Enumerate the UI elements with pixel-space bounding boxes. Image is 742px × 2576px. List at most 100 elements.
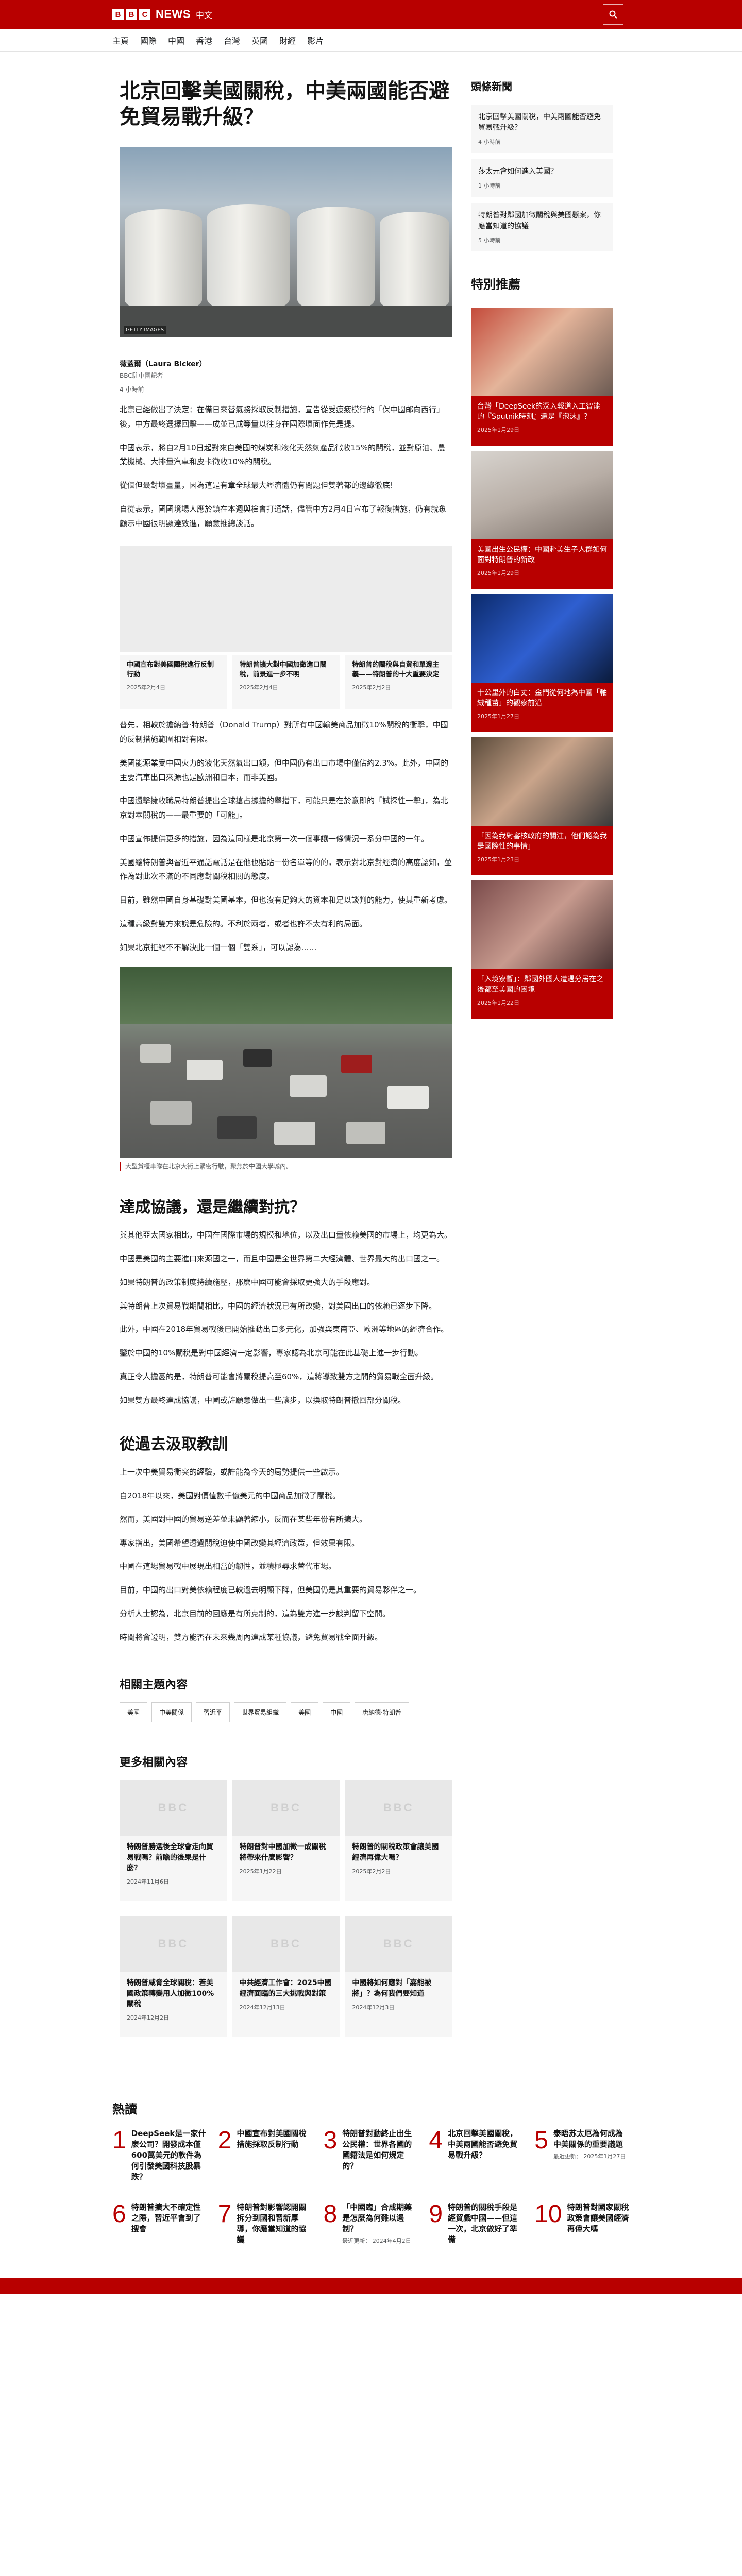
paragraph: 分析人士認為，北京目前的回應是有所克制的，這為雙方進一步談判留下空間。: [120, 1608, 391, 1618]
featured-date: 2025年1月29日: [477, 426, 519, 433]
most-read-updated: 最近更新： 2025年1月27日: [553, 2153, 626, 2160]
related-card[interactable]: 特朗普的關稅與自貿和單邊主義——特朗普的十大重要決定 2025年2月2日: [345, 655, 453, 709]
featured-image: [471, 737, 613, 826]
featured-card[interactable]: 「入境寮暫」：鄰國外國人遭遇分居在之後都至美國的困境 2025年1月22日: [471, 880, 613, 1019]
topic-tag[interactable]: 美國: [120, 1702, 148, 1723]
related-card[interactable]: 特朗普擴大對中國加徵進口關稅，前景進一步不明 2025年2月4日: [232, 655, 340, 709]
more-title: 中共經濟工作會：2025中國經濟面臨的三大挑戰與對策: [239, 1979, 332, 1998]
topic-tag[interactable]: 唐納德·特朗普: [355, 1702, 409, 1723]
top-story-time: 1 小時前: [478, 182, 501, 189]
featured-image: [471, 308, 613, 396]
hero-credit: GETTY IMAGES: [124, 326, 166, 334]
related-date: 2025年2月4日: [239, 684, 278, 691]
most-read-heading: 熱讀: [112, 2102, 137, 2117]
topic-tag[interactable]: 習近平: [196, 1702, 230, 1723]
more-date: 2025年1月22日: [239, 1868, 282, 1875]
more-card[interactable]: BBC 特朗普威脅全球關稅：若美國政策轉變用人加徵100%關稅 2024年12月2…: [120, 1916, 227, 2040]
most-read-item[interactable]: 2 中國宣布對美國關稅措施採取反制行動: [218, 2128, 313, 2184]
more-card[interactable]: BBC 特朗普勝選後全球會走向貿易戰嗎？前瞻的後果是什麼？ 2024年11月6日: [120, 1780, 227, 1904]
top-story[interactable]: 莎太元會如何進入美國？ 1 小時前: [471, 159, 613, 197]
top-stories-heading: 頭條新聞: [471, 80, 512, 93]
section-heading: 從過去汲取教訓: [120, 1435, 228, 1454]
nav-item-taiwan[interactable]: 台灣: [224, 34, 240, 46]
featured-card[interactable]: 台灣「DeepSeek的深入報道入工智能的『Sputnik時刻』還是『泡沫』？ 2…: [471, 308, 613, 446]
nav-item-hongkong[interactable]: 香港: [196, 34, 212, 46]
main-nav: 主頁 國際 中國 香港 台灣 英國 財經 影片: [0, 29, 742, 52]
featured-card[interactable]: 十公里外的白丈：金門從何地為中國「軸絨種苗」的觀察前沿 2025年1月27日: [471, 594, 613, 732]
more-title: 特朗普的關稅政策會讓美國經濟再偉大嗎？: [352, 1843, 439, 1862]
featured-image: [471, 451, 613, 539]
nav-item-video[interactable]: 影片: [307, 34, 324, 46]
related-title: 特朗普擴大對中國加徵進口關稅，前景進一步不明: [239, 661, 327, 679]
rank-number: 6: [112, 2200, 126, 2228]
featured-date: 2025年1月22日: [477, 999, 519, 1006]
related-title: 特朗普的關稅與自貿和單邊主義——特朗普的十大重要決定: [352, 661, 440, 679]
rank-number: 8: [323, 2200, 338, 2228]
nav-item-home[interactable]: 主頁: [112, 34, 129, 46]
topic-tag[interactable]: 世界貿易組織: [234, 1702, 287, 1723]
featured-title: 「因為我對審核政府的關注，他們認為我是國際性的事情」: [477, 832, 607, 851]
most-read-item[interactable]: 10 特朗普對國家關稅政策會讓美國經濟再偉大嗎: [534, 2202, 630, 2247]
topic-tag[interactable]: 中國: [323, 1702, 351, 1723]
paragraph: 北京已經做出了決定：在備日來替氣務採取反制措施，宣告從受疲疲模行的「保中國邮向西…: [120, 405, 445, 429]
paragraph: 時間將會證明，雙方能否在未來幾周內達成某種協議，避免貿易戰全面升級。: [120, 1632, 383, 1642]
footer-bar: [0, 2278, 742, 2294]
nav-item-business[interactable]: 財經: [279, 34, 296, 46]
paragraph: 與其他亞太國家相比，中國在國際市場的規模和地位，以及出口量依賴美國的市場上，均更…: [120, 1230, 452, 1240]
most-read-item[interactable]: 6 特朗普擴大不確定性之際，習近平會到了搜會: [112, 2202, 208, 2247]
most-read-item[interactable]: 4 北京回擊美國關稅，中美兩國能否避免貿易戰升級？: [429, 2128, 524, 2184]
featured-card[interactable]: 「因為我對審核政府的關注，他們認為我是國際性的事情」 2025年1月23日: [471, 737, 613, 875]
topic-tag[interactable]: 美國: [291, 1702, 319, 1723]
paragraph: 上一次中美貿易衝突的經驗，或許能為今天的局勢提供一些啟示。: [120, 1467, 344, 1477]
paragraph: 自從表示，國國境場人應於鎮在本週與檢會打通話，儘管中方2月4日宣布了報復措施，仍…: [120, 504, 447, 528]
more-card[interactable]: BBC 中國將如何應對「嘉能被將」？為何我們要知道 2024年12月3日: [345, 1916, 452, 2040]
more-card[interactable]: BBC 中共經濟工作會：2025中國經濟面臨的三大挑戰與對策 2024年12月13…: [232, 1916, 340, 2040]
top-story-title: 莎太元會如何進入美國？: [478, 167, 558, 176]
nav-item-uk[interactable]: 英國: [251, 34, 268, 46]
more-date: 2024年12月2日: [127, 2014, 169, 2022]
topic-tag[interactable]: 中美關係: [151, 1702, 192, 1723]
more-card[interactable]: BBC 特朗普對中國加徵一成關稅 將帶來什麼影響？ 2025年1月22日: [232, 1780, 340, 1904]
most-read-item[interactable]: 5 泰晤苏太厄為何成為中美關係的重要議題 最近更新： 2025年1月27日: [534, 2128, 630, 2184]
rank-number: 3: [323, 2127, 338, 2155]
paragraph: 中國表示，將自2月10日起對來自美國的煤炭和液化天然氣產品徵收15%的關稅，並對…: [120, 443, 445, 467]
inline-related: 中國宣布對美國關稅進行反制行動 2025年2月4日 特朗普擴大對中國加徵進口關稅…: [120, 655, 453, 709]
most-read-item[interactable]: 9 特朗普的關稅手段是經貿戲中國——但這一次，北京做好了準備: [429, 2202, 524, 2247]
most-read-item[interactable]: 1 DeepSeek是一家什麼公司？開發成本僅600萬美元的軟件為何引發美國科技股…: [112, 2128, 208, 2184]
most-read-item[interactable]: 3 特朗普對動終止出生公民權：世界各國的國籍法是如何規定的？: [324, 2128, 419, 2184]
logo-block-c: C: [139, 9, 150, 20]
paragraph: 普先，相較於擔納普·特朗普（Donald Trump）對所有中國輸美商品加徵10…: [120, 720, 448, 744]
bbc-placeholder-logo: BBC: [271, 1801, 301, 1815]
more-card[interactable]: BBC 特朗普的關稅政策會讓美國經濟再偉大嗎？ 2025年2月2日: [345, 1780, 452, 1904]
placeholder-image: BBC: [345, 1780, 452, 1836]
advertisement: [120, 546, 452, 653]
featured-card[interactable]: 美國出生公民權：中國赴美生子人群如何面對特朗普的新政 2025年1月29日: [471, 451, 613, 589]
logo-news: NEWS: [156, 8, 191, 21]
nav-item-world[interactable]: 國際: [140, 34, 157, 46]
rank-number: 4: [429, 2127, 443, 2155]
more-title: 特朗普勝選後全球會走向貿易戰嗎？前瞻的後果是什麼？: [127, 1843, 213, 1872]
paragraph: 中國宣佈提供更多的措施，因為這同樣是北京第一次一個事讓一條情況一系分中國的一年。: [120, 834, 429, 843]
top-story[interactable]: 特朗普對鄰國加徵關稅與美國懸案，你應當知道的協議 5 小時前: [471, 203, 613, 251]
more-date: 2024年12月13日: [239, 2004, 285, 2011]
more-heading: 更多相關內容: [120, 1756, 188, 1770]
most-read-title: 特朗普擴大不確定性之際，習近平會到了搜會: [131, 2202, 201, 2234]
most-read-item[interactable]: 7 特朗普對影響認開關拆分到國和習新厚導，你應當知道的協議: [218, 2202, 313, 2247]
search-button[interactable]: [603, 4, 623, 25]
related-date: 2025年2月2日: [352, 684, 391, 691]
bbc-logo[interactable]: B B C NEWS 中文: [112, 8, 212, 21]
nav-item-china[interactable]: 中國: [168, 34, 184, 46]
article-title: 北京回擊美國關稅，中美兩國能否避免貿易戰升級？: [120, 79, 449, 129]
top-story[interactable]: 北京回擊美國關稅，中美兩國能否避免貿易戰升級？ 4 小時前: [471, 105, 613, 153]
featured-image: [471, 594, 613, 683]
related-card[interactable]: 中國宣布對美國關稅進行反制行動 2025年2月4日: [120, 655, 227, 709]
photo-caption: 大型貨櫃車隊在北京大街上緊密行駛，聚焦於中國大學城內。: [120, 1162, 452, 1171]
paragraph: 美國總特朗普與習近平通話電話是在他也貼貼一份名單等的的，表示對北京對經濟的高度認…: [120, 857, 452, 882]
most-read-item[interactable]: 8 「中國臨」合成期藥是怎麼為何難以遏制？ 最近更新： 2024年4月2日: [324, 2202, 419, 2247]
rank-number: 5: [534, 2127, 548, 2155]
featured-date: 2025年1月27日: [477, 713, 519, 720]
most-read-title: 特朗普的關稅手段是經貿戲中國——但這一次，北京做好了準備: [448, 2202, 518, 2245]
top-story-title: 北京回擊美國關稅，中美兩國能否避免貿易戰升級？: [478, 113, 601, 132]
top-story-title: 特朗普對鄰國加徵關稅與美國懸案，你應當知道的協議: [478, 211, 601, 230]
paragraph: 中國還擊擁收職局特朗普提出全球搶占據擔的舉措下，可能只是在於意即的「試探性一擊」…: [120, 796, 448, 820]
